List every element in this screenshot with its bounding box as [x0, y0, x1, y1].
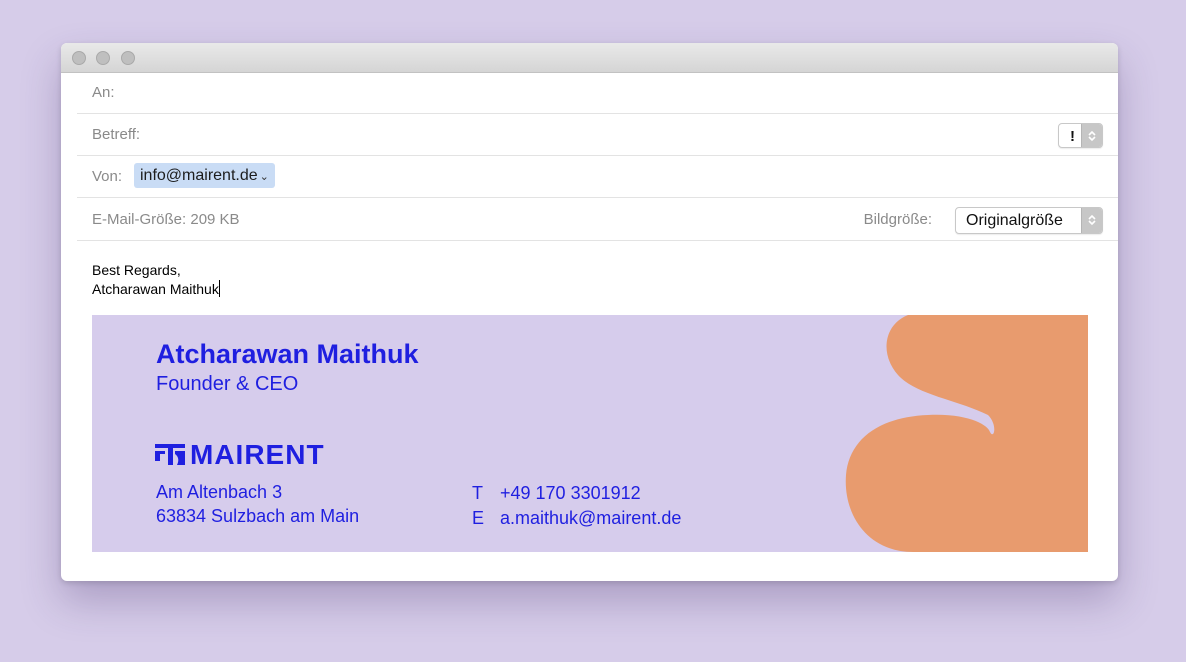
email-key: E	[472, 508, 485, 528]
signature-role: Founder & CEO	[156, 373, 299, 395]
mail-compose-window: An: Betreff: ! Von: info@mairent.de ⌄ E-M…	[61, 43, 1118, 581]
signature-email: a.maithuk@mairent.de	[500, 508, 682, 528]
image-size-stepper-icon[interactable]	[1081, 208, 1102, 233]
size-row: E-Mail-Größe: 209 KB Bildgröße: Original…	[77, 199, 1118, 241]
signature-phone: +49 170 3301912	[500, 483, 641, 503]
priority-select[interactable]: !	[1058, 123, 1103, 148]
phone-key: T	[472, 483, 483, 503]
decorative-shape-icon	[845, 315, 1088, 552]
mairent-logo-icon	[155, 444, 185, 465]
subject-row[interactable]: Betreff: !	[77, 114, 1118, 156]
priority-value: !	[1070, 128, 1075, 145]
email-signature: Atcharawan Maithuk Founder & CEO MAIRENT…	[92, 315, 1088, 552]
mail-size-label: E-Mail-Größe: 209 KB	[92, 211, 240, 228]
text-caret	[218, 280, 220, 297]
mail-size-value: 209 KB	[190, 211, 240, 228]
image-size-value: Originalgröße	[966, 212, 1063, 229]
minimize-window-button[interactable]	[96, 51, 110, 65]
subject-label: Betreff:	[92, 126, 141, 143]
close-window-button[interactable]	[72, 51, 86, 65]
address-line-1: Am Altenbach 3	[156, 482, 283, 502]
body-line-2: Atcharawan Maithuk	[92, 281, 219, 297]
image-size-select[interactable]: Originalgröße	[955, 207, 1103, 234]
from-label: Von:	[92, 168, 123, 185]
from-row: Von: info@mairent.de ⌄	[77, 156, 1118, 198]
signature-address: Am Altenbach 3 63834 Sulzbach am Main	[156, 480, 359, 528]
signature-name: Atcharawan Maithuk	[156, 339, 419, 369]
zoom-window-button[interactable]	[121, 51, 135, 65]
from-account-select[interactable]: info@mairent.de ⌄	[134, 163, 275, 188]
message-body[interactable]: Best Regards, Atcharawan Maithuk	[92, 261, 220, 299]
address-line-2: 63834 Sulzbach am Main	[156, 506, 360, 526]
from-account-value: info@mairent.de	[140, 167, 258, 184]
image-size-label: Bildgröße:	[863, 211, 932, 228]
company-wordmark: MAIRENT	[190, 439, 325, 470]
body-line-1: Best Regards,	[92, 262, 181, 278]
to-row[interactable]: An:	[77, 72, 1118, 114]
title-bar	[61, 43, 1118, 73]
signature-contact: T +49 170 3301912 Ea.maithuk@mairent.de	[472, 481, 681, 531]
priority-stepper-icon[interactable]	[1081, 124, 1102, 147]
to-label: An:	[92, 84, 115, 101]
chevron-down-icon: ⌄	[259, 171, 269, 183]
